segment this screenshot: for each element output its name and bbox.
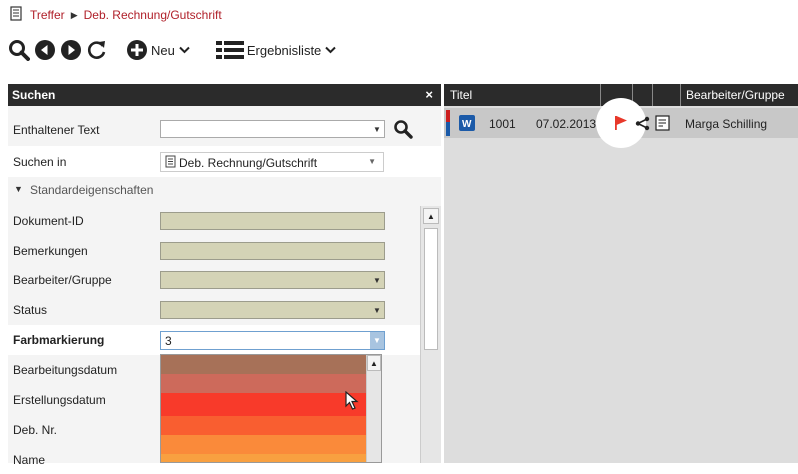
document-id-row: Dokument-ID bbox=[8, 207, 441, 235]
contained-text-label: Enthaltener Text bbox=[13, 123, 100, 137]
search-icon[interactable] bbox=[8, 39, 30, 61]
section-label: Standardeigenschaften bbox=[30, 183, 154, 197]
status-select[interactable]: ▼ bbox=[160, 301, 385, 319]
color-marking-select[interactable]: 3 ▼ bbox=[160, 331, 385, 350]
status-row: Status ▼ bbox=[8, 296, 441, 324]
color-marking-row: Farbmarkierung 3 ▼ bbox=[8, 325, 441, 355]
field-label: Bearbeitungsdatum bbox=[13, 363, 118, 377]
color-option[interactable] bbox=[161, 435, 366, 454]
chevron-down-icon[interactable] bbox=[179, 43, 190, 57]
new-button[interactable]: Neu bbox=[151, 43, 175, 58]
note-edit-icon[interactable] bbox=[655, 115, 671, 134]
field-label: Status bbox=[13, 303, 48, 317]
search-in-value: Deb. Rechnung/Gutschrift bbox=[179, 156, 318, 170]
search-panel-title: Suchen bbox=[12, 88, 56, 102]
document-date: 07.02.2013 bbox=[536, 117, 597, 131]
standard-properties-section[interactable]: ▼ Standardeigenschaften bbox=[8, 179, 441, 201]
column-separator[interactable] bbox=[680, 84, 681, 106]
dropdown-arrow-icon[interactable]: ▼ bbox=[370, 302, 384, 318]
results-list-button[interactable]: Ergebnisliste bbox=[247, 43, 321, 58]
color-option[interactable] bbox=[161, 416, 366, 435]
breadcrumb-current[interactable]: Deb. Rechnung/Gutschrift bbox=[84, 8, 222, 22]
document-number: 1001 bbox=[489, 117, 516, 131]
field-label: Name bbox=[13, 453, 46, 467]
column-separator[interactable] bbox=[600, 84, 601, 106]
close-icon[interactable]: × bbox=[425, 87, 433, 102]
color-mark-indicator bbox=[446, 110, 450, 136]
contained-text-row: Enthaltener Text ▼ bbox=[8, 116, 441, 144]
svg-text:W: W bbox=[462, 119, 472, 130]
flag-icon[interactable] bbox=[614, 115, 628, 134]
breadcrumb: Treffer ▶ Deb. Rechnung/Gutschrift bbox=[10, 6, 222, 24]
color-option[interactable] bbox=[161, 454, 366, 462]
field-label: Bemerkungen bbox=[13, 244, 88, 258]
color-dropdown-list: ▲ bbox=[160, 354, 382, 463]
remarks-row: Bemerkungen bbox=[8, 237, 441, 265]
dropdown-arrow-icon[interactable]: ▼ bbox=[370, 272, 384, 288]
color-option[interactable] bbox=[161, 355, 366, 374]
search-in-select[interactable]: Deb. Rechnung/Gutschrift ▼ bbox=[160, 152, 384, 172]
results-panel: Titel Bearbeiter/Gruppe W 1001 07.02.201… bbox=[444, 84, 798, 463]
results-list-icon[interactable] bbox=[215, 39, 244, 61]
color-marking-value: 3 bbox=[165, 334, 172, 348]
search-in-row: Suchen in Deb. Rechnung/Gutschrift ▼ bbox=[8, 146, 441, 177]
forward-icon[interactable] bbox=[60, 39, 82, 61]
editor-name: Marga Schilling bbox=[685, 117, 768, 131]
field-label: Bearbeiter/Gruppe bbox=[13, 273, 112, 287]
chevron-down-icon[interactable]: ▼ bbox=[368, 157, 376, 166]
share-icon[interactable] bbox=[635, 116, 650, 134]
color-option[interactable] bbox=[161, 393, 366, 416]
search-icon[interactable] bbox=[393, 119, 413, 142]
dropdown-arrow-icon[interactable]: ▼ bbox=[370, 121, 384, 137]
result-row[interactable]: W 1001 07.02.2013 Marga Schilling bbox=[444, 98, 798, 148]
field-label: Erstellungsdatum bbox=[13, 393, 106, 407]
column-title-header[interactable]: Titel bbox=[450, 88, 472, 102]
color-options bbox=[161, 355, 366, 462]
editor-group-select[interactable]: ▼ bbox=[160, 271, 385, 289]
word-document-icon: W bbox=[459, 115, 475, 134]
column-separator[interactable] bbox=[652, 84, 653, 106]
contained-text-input[interactable]: ▼ bbox=[160, 120, 385, 138]
remarks-input[interactable] bbox=[160, 242, 385, 260]
document-list-icon bbox=[10, 6, 24, 24]
scroll-up-icon[interactable]: ▲ bbox=[423, 208, 439, 224]
scrollbar-thumb[interactable] bbox=[424, 228, 438, 350]
dropdown-arrow-icon[interactable]: ▼ bbox=[370, 332, 384, 349]
mouse-cursor-icon bbox=[345, 390, 359, 414]
breadcrumb-root[interactable]: Treffer bbox=[30, 8, 65, 22]
field-label: Deb. Nr. bbox=[13, 423, 58, 437]
panel-scrollbar[interactable]: ▲ bbox=[420, 206, 441, 463]
field-label: Dokument-ID bbox=[13, 214, 84, 228]
scroll-up-icon[interactable]: ▲ bbox=[367, 355, 381, 371]
collapse-triangle-icon[interactable]: ▼ bbox=[14, 184, 23, 194]
editor-group-row: Bearbeiter/Gruppe ▼ bbox=[8, 266, 441, 294]
document-id-input[interactable] bbox=[160, 212, 385, 230]
toolbar: Neu Ergebnisliste bbox=[8, 36, 337, 64]
dropdown-scrollbar[interactable]: ▲ bbox=[366, 355, 381, 462]
refresh-icon[interactable] bbox=[86, 39, 108, 61]
search-panel: Suchen × Enthaltener Text ▼ Suchen in De… bbox=[8, 84, 441, 467]
search-in-label: Suchen in bbox=[13, 155, 67, 169]
document-icon bbox=[165, 155, 176, 171]
back-icon[interactable] bbox=[34, 39, 56, 61]
new-plus-icon[interactable] bbox=[126, 39, 148, 61]
color-option[interactable] bbox=[161, 374, 366, 393]
chevron-down-icon[interactable] bbox=[325, 43, 337, 57]
field-label: Farbmarkierung bbox=[13, 333, 105, 347]
search-panel-header: Suchen × bbox=[8, 84, 441, 106]
breadcrumb-separator-icon: ▶ bbox=[70, 9, 78, 20]
column-editor-header[interactable]: Bearbeiter/Gruppe bbox=[686, 88, 785, 102]
